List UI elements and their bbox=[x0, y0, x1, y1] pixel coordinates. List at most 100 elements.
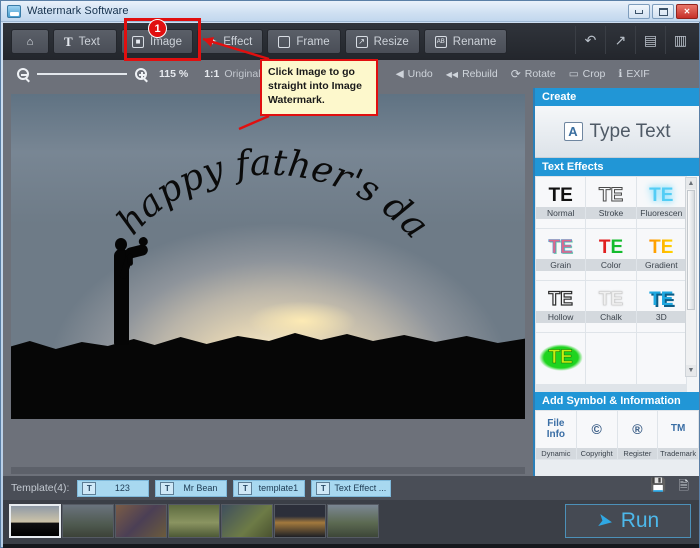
rebuild-action[interactable]: ◀◀ Rebuild bbox=[446, 68, 498, 80]
tab-home[interactable]: ⌂ bbox=[11, 29, 49, 54]
symbol-label: Dynamic bbox=[536, 448, 576, 459]
symbol-row: File Info Dynamic © Copyright ® Register … bbox=[535, 410, 699, 460]
effect-sample: TE bbox=[649, 289, 674, 310]
effect-sample: TE bbox=[649, 237, 674, 258]
status-bar: Share : f 🐦 g⁺ p C:\Users\Y1MIGE\Desktop… bbox=[3, 544, 699, 548]
exif-action[interactable]: ℹ EXIF bbox=[618, 68, 649, 80]
zoom-out-icon[interactable] bbox=[17, 68, 29, 80]
type-text-button[interactable]: A Type Text bbox=[535, 106, 699, 158]
rebuild-double-left-icon: ◀◀ bbox=[445, 69, 459, 79]
template-count-label: Template(4): bbox=[11, 482, 70, 494]
symbol-copyright[interactable]: © Copyright bbox=[576, 411, 617, 459]
effect-label: Chalk bbox=[586, 311, 636, 323]
exif-info-icon: ℹ bbox=[618, 68, 623, 80]
tab-text-label: Text bbox=[78, 35, 100, 48]
crop-label: Crop bbox=[582, 68, 606, 80]
sun-glow bbox=[247, 301, 358, 341]
template-item-template1[interactable]: T template1 bbox=[233, 479, 306, 497]
register-document-icon[interactable]: ▥ bbox=[665, 26, 695, 54]
thumbnail-item[interactable] bbox=[115, 504, 167, 538]
thumbnail-item[interactable] bbox=[327, 504, 379, 538]
canvas-area: happy father's day bbox=[3, 88, 533, 476]
effect-sample: TE bbox=[598, 185, 624, 206]
effect-sample: TE bbox=[598, 289, 624, 310]
rotate-icon: ⟳ bbox=[510, 67, 521, 81]
thumbnail-item[interactable] bbox=[221, 504, 273, 538]
image-icon: ■ bbox=[132, 35, 144, 48]
effect-sample: TE bbox=[598, 237, 624, 258]
effect-fluorescent[interactable]: TE Fluorescen bbox=[636, 177, 686, 228]
zoom-slider[interactable] bbox=[37, 73, 127, 75]
effect-green-badge[interactable]: TE bbox=[536, 333, 586, 384]
resize-icon: ↗ bbox=[355, 35, 368, 48]
title-bar: Watermark Software ✕ bbox=[1, 1, 700, 22]
run-bolt-icon: ➤ bbox=[595, 509, 615, 533]
tab-resize[interactable]: ↗ Resize bbox=[344, 29, 420, 54]
template-item-123[interactable]: T 123 bbox=[77, 479, 150, 497]
right-sidebar: Create A Type Text Text Effects TE Norma… bbox=[533, 88, 699, 476]
undo-action[interactable]: ◀ Undo bbox=[396, 68, 433, 80]
undo-circular-icon[interactable]: ↶ bbox=[575, 26, 605, 54]
type-text-label: Type Text bbox=[589, 120, 671, 142]
rotate-action[interactable]: ⟳ Rotate bbox=[511, 67, 556, 81]
crop-action[interactable]: ▭ Crop bbox=[569, 68, 606, 80]
scroll-down-arrow-icon[interactable]: ▼ bbox=[686, 365, 696, 376]
canvas-horizontal-scrollbar[interactable] bbox=[11, 467, 525, 474]
effect-sample: TE bbox=[538, 344, 583, 371]
thumbnail-strip bbox=[9, 504, 379, 538]
scrollbar-thumb[interactable] bbox=[687, 190, 695, 310]
effect-grain[interactable]: TE Grain bbox=[536, 229, 586, 280]
effect-color[interactable]: TE Color bbox=[586, 229, 636, 280]
template-item-text-effect[interactable]: T Text Effect ... bbox=[311, 479, 392, 497]
original-ratio-icon[interactable]: 1:1 bbox=[204, 68, 219, 80]
window-title: Watermark Software bbox=[27, 5, 129, 17]
maximize-button[interactable] bbox=[652, 4, 674, 19]
effect-chalk[interactable]: TE Chalk bbox=[586, 281, 636, 332]
tab-text[interactable]: T Text bbox=[53, 29, 117, 54]
tab-frame[interactable]: Frame bbox=[267, 29, 341, 54]
thumbnail-item[interactable] bbox=[9, 504, 61, 538]
run-button[interactable]: ➤ Run bbox=[565, 504, 691, 538]
save-floppy-icon[interactable]: 💾 bbox=[650, 477, 666, 499]
symbol-register[interactable]: ® Register bbox=[617, 411, 658, 459]
tab-rename[interactable]: AB Rename bbox=[423, 29, 508, 54]
effect-sample: TE bbox=[548, 289, 573, 310]
callout-tooltip: Click Image to go straight into Image Wa… bbox=[260, 59, 378, 116]
original-label: Original bbox=[224, 68, 261, 80]
symbol-dynamic[interactable]: File Info Dynamic bbox=[536, 411, 576, 459]
zoom-in-icon[interactable] bbox=[135, 68, 147, 80]
step-badge-1: 1 bbox=[148, 19, 167, 38]
text-effects-scrollbar[interactable]: ▲ ▼ bbox=[685, 177, 697, 377]
scroll-up-arrow-icon[interactable]: ▲ bbox=[686, 178, 696, 189]
close-button[interactable]: ✕ bbox=[676, 4, 698, 19]
redo-arrow-icon[interactable]: ↗ bbox=[605, 26, 635, 54]
effect-stroke[interactable]: TE Stroke bbox=[586, 177, 636, 228]
save-as-document-icon[interactable]: 🗎 bbox=[679, 477, 689, 499]
template-item-mr-bean[interactable]: T Mr Bean bbox=[155, 479, 228, 497]
effect-label: Fluorescen bbox=[636, 207, 686, 219]
symbol-trademark[interactable]: TM Trademark bbox=[658, 411, 698, 459]
preview-image[interactable]: happy father's day bbox=[11, 94, 525, 419]
effect-sample: TE bbox=[548, 185, 573, 206]
template-T-icon: T bbox=[160, 481, 175, 495]
feedback-chat-icon[interactable]: ▤ bbox=[635, 26, 665, 54]
thumbnail-item[interactable] bbox=[62, 504, 114, 538]
effect-gradient[interactable]: TE Gradient bbox=[636, 229, 686, 280]
effect-label: 3D bbox=[636, 311, 686, 323]
effect-empty-slot bbox=[636, 333, 686, 384]
copyright-icon: © bbox=[591, 421, 602, 438]
thumbnail-item[interactable] bbox=[274, 504, 326, 538]
tab-effect[interactable]: ✦ Effect bbox=[196, 29, 264, 54]
template-name: Mr Bean bbox=[183, 483, 218, 493]
minimize-button[interactable] bbox=[628, 4, 650, 19]
effect-label: Grain bbox=[536, 259, 586, 271]
rotate-label: Rotate bbox=[524, 68, 556, 80]
effect-label: Hollow bbox=[536, 311, 586, 323]
effect-3d[interactable]: TE 3D bbox=[636, 281, 686, 332]
effect-normal[interactable]: TE Normal bbox=[536, 177, 586, 228]
file-info-icon: File Info bbox=[546, 418, 566, 440]
effect-hollow[interactable]: TE Hollow bbox=[536, 281, 586, 332]
thumbnail-item[interactable] bbox=[168, 504, 220, 538]
run-label: Run bbox=[620, 509, 660, 532]
text-effects-grid: TE Normal TE Stroke TE Fluorescen TE Gra… bbox=[535, 176, 687, 392]
